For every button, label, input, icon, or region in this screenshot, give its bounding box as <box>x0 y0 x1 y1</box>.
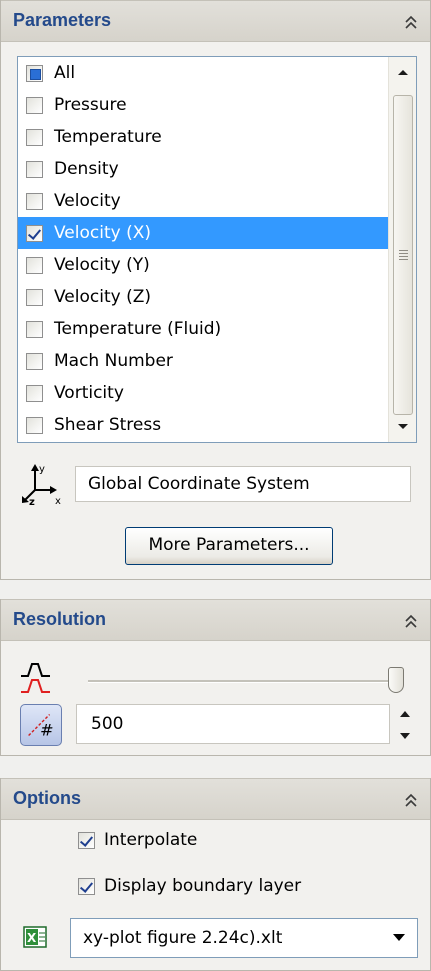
list-item[interactable]: Pressure <box>18 89 388 121</box>
coord-axis-x: x <box>55 496 61 506</box>
list-item-label: Velocity <box>54 191 121 211</box>
list-item-checkbox[interactable] <box>26 257 43 274</box>
spin-down-icon[interactable] <box>392 726 418 746</box>
display-boundary-layer-checkbox[interactable] <box>78 878 95 895</box>
list-item-checkbox[interactable] <box>26 193 43 210</box>
parameters-list-scrollbar[interactable] <box>388 57 416 442</box>
list-item[interactable]: Shear Stress <box>18 409 388 441</box>
resolution-slider-track[interactable] <box>88 680 398 683</box>
list-item-checkbox[interactable] <box>26 321 43 338</box>
chevron-down-icon[interactable] <box>393 934 405 942</box>
collapse-icon[interactable] <box>404 14 418 30</box>
list-item-label: Velocity (Y) <box>54 255 150 275</box>
list-item-checkbox[interactable] <box>26 65 43 82</box>
template-select[interactable]: xy-plot figure 2.24c).xlt <box>70 918 418 958</box>
list-item[interactable]: Mach Number <box>18 345 388 377</box>
list-item-label: Velocity (X) <box>54 223 152 243</box>
list-item-checkbox[interactable] <box>26 129 43 146</box>
list-item[interactable]: Vorticity <box>18 377 388 409</box>
list-item-label: Density <box>54 159 119 179</box>
excel-template-icon: X <box>23 926 47 948</box>
collapse-icon[interactable] <box>404 792 418 808</box>
more-parameters-button[interactable]: More Parameters... <box>125 527 333 565</box>
interpolate-checkbox[interactable] <box>78 832 95 849</box>
resolution-slider-thumb[interactable] <box>388 667 404 693</box>
list-item-label: All <box>54 63 76 83</box>
display-boundary-layer-label: Display boundary layer <box>104 876 302 896</box>
parameters-panel-header[interactable]: Parameters <box>1 0 430 42</box>
resolution-panel-header[interactable]: Resolution <box>1 599 430 641</box>
list-item-checkbox[interactable] <box>26 289 43 306</box>
list-item[interactable]: Velocity (Z) <box>18 281 388 313</box>
coordinate-system-field[interactable]: Global Coordinate System <box>75 466 411 502</box>
collapse-icon[interactable] <box>404 613 418 629</box>
list-item[interactable]: Velocity (Y) <box>18 249 388 281</box>
parameters-panel-title: Parameters <box>13 10 112 30</box>
list-item-checkbox[interactable] <box>26 417 43 434</box>
list-item-checkbox[interactable] <box>26 161 43 178</box>
list-item[interactable]: Temperature <box>18 121 388 153</box>
options-panel-title: Options <box>13 788 81 808</box>
list-item-label: Shear Stress <box>54 415 162 435</box>
points-count-input[interactable]: 500 <box>76 704 390 744</box>
scroll-up-arrow-icon[interactable] <box>389 59 417 85</box>
point-count-glyph: # <box>40 720 54 739</box>
spin-up-icon[interactable] <box>392 704 418 724</box>
coord-axis-y: y <box>39 464 45 475</box>
scroll-down-arrow-icon[interactable] <box>389 414 417 440</box>
interpolate-label: Interpolate <box>104 830 198 850</box>
options-panel-header[interactable]: Options <box>1 778 430 820</box>
list-item[interactable]: Velocity (X) <box>18 217 388 249</box>
coordinate-axes-icon: y z x <box>22 464 61 506</box>
list-item-label: Vorticity <box>54 383 124 403</box>
list-item[interactable]: Temperature (Fluid) <box>18 313 388 345</box>
list-item[interactable]: All <box>18 57 388 89</box>
list-item[interactable]: Velocity <box>18 185 388 217</box>
resolution-wave-icon <box>21 663 50 693</box>
list-item-label: Pressure <box>54 95 127 115</box>
scrollbar-thumb[interactable] <box>393 95 413 415</box>
parameters-list[interactable]: All Pressure Temperature Density Velocity Vel… <box>17 56 417 443</box>
list-item-label: Mach Number <box>54 351 173 371</box>
parameters-list-items: All Pressure Temperature Density Velocity Vel… <box>18 57 388 442</box>
list-item-checkbox[interactable] <box>26 97 43 114</box>
list-item-checkbox[interactable] <box>26 385 43 402</box>
parameters-panel: Parameters All Pressure Temperature Density… <box>0 0 431 580</box>
list-item-checkbox[interactable] <box>26 353 43 370</box>
resolution-panel-title: Resolution <box>13 609 106 629</box>
list-item[interactable]: Density <box>18 153 388 185</box>
list-item-label: Temperature (Fluid) <box>54 319 222 339</box>
template-select-value: xy-plot figure 2.24c).xlt <box>83 928 283 948</box>
excel-icon-glyph: X <box>27 931 37 945</box>
point-count-glyph-icon: # <box>28 714 54 739</box>
list-item-label: Temperature <box>54 127 162 147</box>
point-count-icon[interactable]: # <box>20 704 62 746</box>
list-item-checkbox[interactable] <box>26 225 43 242</box>
list-item-label: Velocity (Z) <box>54 287 152 307</box>
coord-axis-z: z <box>29 497 35 506</box>
